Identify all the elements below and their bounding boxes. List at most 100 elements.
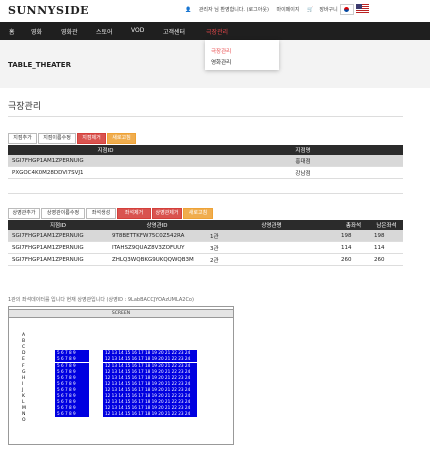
cell-total-seats: 198 bbox=[337, 230, 370, 242]
nav-movie[interactable]: 영화 bbox=[31, 27, 42, 36]
seat-row-label: F bbox=[22, 363, 25, 369]
seat-block-right[interactable]: 12 13 14 15 16 17 18 19 20 21 22 23 24 bbox=[103, 380, 197, 387]
column-header: 남은좌석 bbox=[370, 220, 403, 230]
seat-row-label: E bbox=[22, 357, 25, 363]
seat-block-right[interactable]: 12 13 14 15 16 17 18 19 20 21 22 23 24 bbox=[103, 386, 197, 393]
site-logo[interactable]: SUNNYSIDE bbox=[8, 4, 89, 17]
seat-block-right[interactable]: 12 13 14 15 16 17 18 19 20 21 22 23 24 bbox=[103, 356, 197, 363]
seat-block-left[interactable]: 5 6 7 8 9 bbox=[55, 356, 89, 363]
seat-row-label: C bbox=[22, 345, 26, 351]
column-header: 지점명 bbox=[203, 145, 403, 155]
cell-hall-name: 1관 bbox=[206, 230, 337, 242]
divider bbox=[8, 116, 403, 117]
cell-branch-id: SGI7FHGP1AM1ZPERNUIG bbox=[8, 230, 108, 242]
cart-link[interactable]: 장바구니 bbox=[319, 7, 337, 13]
seat-row-label: L bbox=[22, 400, 25, 406]
screen-label: SCREEN bbox=[9, 309, 233, 318]
main-nav: 홈 영화 영화관 스토어 VOD 고객센터 극장관리 bbox=[0, 22, 430, 40]
nav-customer-center[interactable]: 고객센터 bbox=[163, 27, 185, 36]
seat-block-left[interactable]: 5 6 7 8 9 bbox=[55, 380, 89, 387]
column-header: 상영관ID bbox=[108, 220, 206, 230]
nav-vod[interactable]: VOD bbox=[131, 27, 144, 34]
dropdown-movie-admin[interactable]: 영화관리 bbox=[211, 58, 231, 66]
seat-row-label: N bbox=[22, 412, 26, 418]
seat-block-right[interactable]: 12 13 14 15 16 17 18 19 20 21 22 23 24 bbox=[103, 350, 197, 357]
seat-block-right[interactable]: 12 13 14 15 16 17 18 19 20 21 22 23 24 bbox=[103, 362, 197, 369]
seat-block-right[interactable]: 12 13 14 15 16 17 18 19 20 21 22 23 24 bbox=[103, 399, 197, 406]
add-hall-button[interactable]: 상영관추가 bbox=[8, 208, 40, 219]
table-row[interactable]: SGI7FHGP1AM1ZPERNUIG 홍대점 bbox=[8, 155, 403, 167]
seat-row-label: K bbox=[22, 394, 25, 399]
seatmap-info: 1관의 좌석데이터를 입니다 현재 상영관입니다 (상영ID : 9LabBAC… bbox=[8, 297, 194, 303]
seat-row-label: I bbox=[22, 381, 24, 387]
nav-dropdown: 극장관리 영화관리 bbox=[205, 40, 279, 70]
seat-block-right[interactable]: 12 13 14 15 16 17 18 19 20 21 22 23 24 bbox=[103, 405, 197, 412]
cell-hall-id: ZHLQ3WQBKG9UKQQWQB3M bbox=[108, 253, 206, 266]
rename-branch-button[interactable]: 지점이름수정 bbox=[38, 133, 76, 144]
welcome-logout-link[interactable]: 관리자 님 환영합니다. (로그아웃) bbox=[199, 7, 269, 13]
divider bbox=[8, 193, 403, 194]
add-branch-button[interactable]: 지점추가 bbox=[8, 133, 37, 144]
seat-block-left[interactable]: 5 6 7 8 9 bbox=[55, 362, 89, 369]
cell-branch-id: SGI7FHGP1AM1ZPERNUIG bbox=[8, 253, 108, 266]
nav-store[interactable]: 스토어 bbox=[96, 27, 113, 36]
top-links: 👤 관리자 님 환영합니다. (로그아웃) 마이페이지 🛒 장바구니 bbox=[185, 6, 344, 13]
seat-block-left[interactable]: 5 6 7 8 9 bbox=[55, 386, 89, 393]
cart-icon: 🛒 bbox=[307, 7, 314, 13]
hall-table: 지점ID 상영관ID 상영관명 총좌석 남은좌석 SGI7FHGP1AM1ZPE… bbox=[8, 220, 403, 266]
rename-hall-button[interactable]: 상영관이름수정 bbox=[41, 208, 85, 219]
cell-total-seats: 114 bbox=[337, 241, 370, 254]
table-row[interactable]: SGI7FHGP1AM1ZPERNUIG ITAHSZ9QUAZ8V3ZOFUU… bbox=[8, 241, 403, 254]
mypage-link[interactable]: 마이페이지 bbox=[276, 7, 299, 13]
banner-title: TABLE_THEATER bbox=[8, 61, 71, 69]
seat-block-left[interactable]: 5 6 7 8 9 bbox=[55, 350, 89, 357]
seat-block-left[interactable]: 5 6 7 8 9 bbox=[55, 374, 89, 381]
seat-block-left[interactable]: 5 6 7 8 9 bbox=[55, 393, 89, 399]
cell-remaining-seats: 114 bbox=[370, 241, 403, 254]
nav-cinema[interactable]: 영화관 bbox=[61, 27, 78, 36]
branch-table: 지점ID 지점명 SGI7FHGP1AM1ZPERNUIG 홍대점 PXGOC4… bbox=[8, 145, 403, 179]
seat-block-left[interactable]: 5 6 7 8 9 bbox=[55, 368, 89, 375]
seat-block-right[interactable]: 12 13 14 15 16 17 18 19 20 21 22 23 24 bbox=[103, 411, 197, 418]
seat-block-left[interactable]: 5 6 7 8 9 bbox=[55, 411, 89, 418]
cell-branch-id: SGI7FHGP1AM1ZPERNUIG bbox=[8, 241, 108, 254]
column-header: 상영관명 bbox=[206, 220, 337, 230]
cell-hall-id: ITAHSZ9QUAZ8V3ZOFUUY bbox=[108, 241, 206, 254]
seat-row-label: D bbox=[22, 351, 26, 357]
column-header: 총좌석 bbox=[337, 220, 370, 230]
column-header: 지점ID bbox=[8, 220, 108, 230]
cell-hall-name: 2관 bbox=[206, 253, 337, 266]
create-seat-button[interactable]: 좌석생성 bbox=[86, 208, 116, 219]
seat-block-right[interactable]: 12 13 14 15 16 17 18 19 20 21 22 23 24 bbox=[103, 374, 197, 381]
refresh-branch-button[interactable]: 새로고침 bbox=[107, 133, 136, 144]
table-row[interactable]: SGI7FHGP1AM1ZPERNUIG 9T8BETTKFW75C0Z542R… bbox=[8, 230, 403, 242]
seat-row-label: G bbox=[22, 369, 26, 375]
cell-branch-name: 강남점 bbox=[203, 166, 403, 179]
cell-branch-id: PXGOC4K0M28DDVI7SVJ1 bbox=[8, 166, 203, 179]
cell-hall-name: 3관 bbox=[206, 241, 337, 254]
korean-flag-icon[interactable] bbox=[340, 4, 354, 15]
seat-row-label: M bbox=[22, 406, 26, 412]
us-flag-icon[interactable] bbox=[356, 4, 369, 13]
seat-block-right[interactable]: 12 13 14 15 16 17 18 19 20 21 22 23 24 bbox=[103, 368, 197, 375]
seat-block-left[interactable]: 5 6 7 8 9 bbox=[55, 399, 89, 406]
delete-hall-button[interactable]: 상영관제거 bbox=[152, 208, 182, 219]
nav-theater-admin[interactable]: 극장관리 bbox=[206, 27, 228, 36]
seat-row-label: O bbox=[22, 418, 26, 424]
table-header: 지점ID 상영관ID 상영관명 총좌석 남은좌석 bbox=[8, 220, 403, 230]
seat-block-left[interactable]: 5 6 7 8 9 bbox=[55, 405, 89, 412]
dropdown-theater-admin[interactable]: 극장관리 bbox=[211, 47, 231, 55]
delete-branch-button[interactable]: 지점제거 bbox=[77, 133, 106, 144]
cell-total-seats: 260 bbox=[337, 253, 370, 266]
cell-remaining-seats: 260 bbox=[370, 253, 403, 266]
cell-branch-name: 홍대점 bbox=[203, 155, 403, 167]
cell-branch-id: SGI7FHGP1AM1ZPERNUIG bbox=[8, 155, 203, 167]
table-header: 지점ID 지점명 bbox=[8, 145, 403, 155]
seat-row-label: A bbox=[22, 333, 26, 338]
table-row[interactable]: SGI7FHGP1AM1ZPERNUIG ZHLQ3WQBKG9UKQQWQB3… bbox=[8, 253, 403, 266]
delete-seat-button[interactable]: 좌석제거 bbox=[117, 208, 151, 219]
nav-home[interactable]: 홈 bbox=[9, 27, 15, 36]
refresh-hall-button[interactable]: 새로고침 bbox=[183, 208, 213, 219]
table-row[interactable]: PXGOC4K0M28DDVI7SVJ1 강남점 bbox=[8, 166, 403, 179]
seat-block-right[interactable]: 12 13 14 15 16 17 18 19 20 21 22 23 24 bbox=[103, 393, 197, 399]
